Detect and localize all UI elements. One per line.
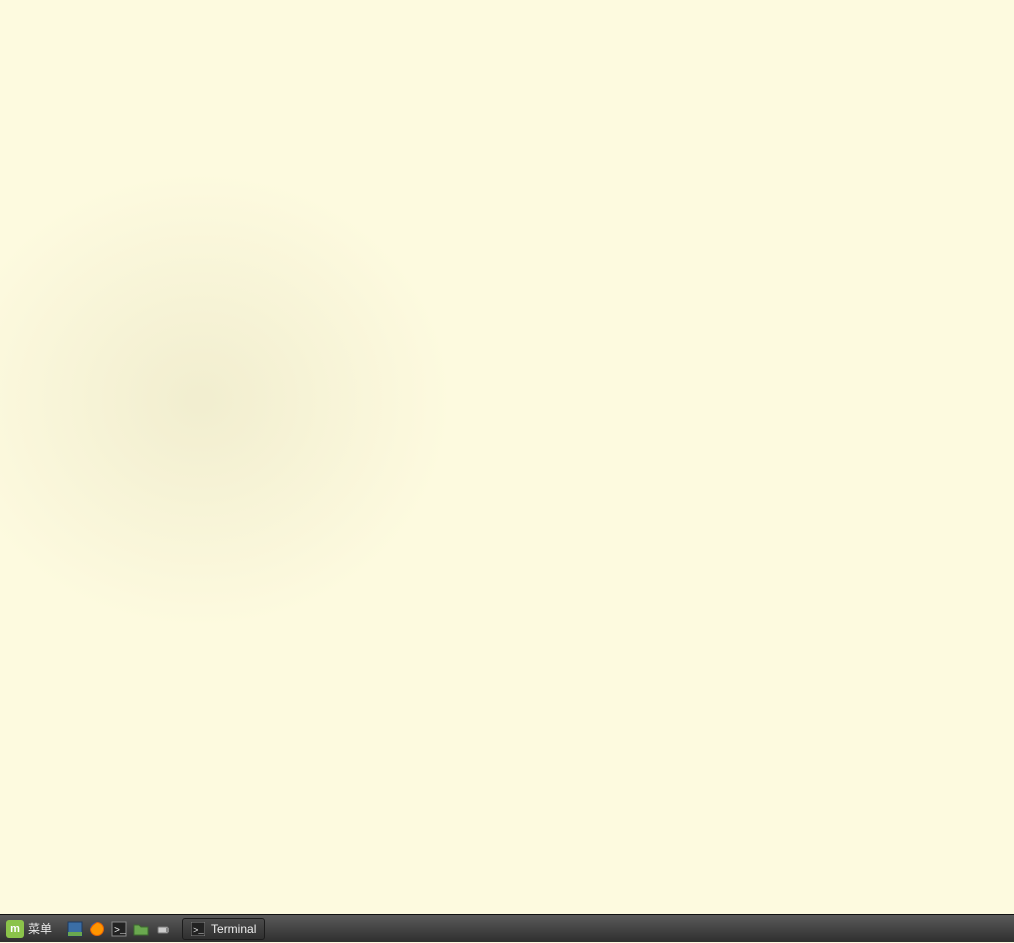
svg-text:>_: >_ bbox=[193, 926, 204, 936]
taskbar-task-label: Terminal bbox=[211, 922, 256, 936]
svg-text:>_: >_ bbox=[114, 926, 127, 937]
start-menu-label: 菜单 bbox=[28, 920, 52, 937]
taskbar-task-terminal[interactable]: >_ Terminal bbox=[182, 918, 265, 940]
terminal-launcher-icon[interactable]: >_ bbox=[109, 919, 129, 939]
mint-logo-icon: m bbox=[6, 920, 24, 938]
taskbar: m 菜单 >_ >_ Terminal bbox=[0, 914, 1014, 942]
terminal-icon: >_ bbox=[191, 922, 205, 936]
show-desktop-icon[interactable] bbox=[65, 919, 85, 939]
start-menu-button[interactable]: m 菜单 bbox=[0, 915, 58, 943]
firefox-icon[interactable] bbox=[87, 919, 107, 939]
usb-launcher-icon[interactable] bbox=[153, 919, 173, 939]
files-launcher-icon[interactable] bbox=[131, 919, 151, 939]
